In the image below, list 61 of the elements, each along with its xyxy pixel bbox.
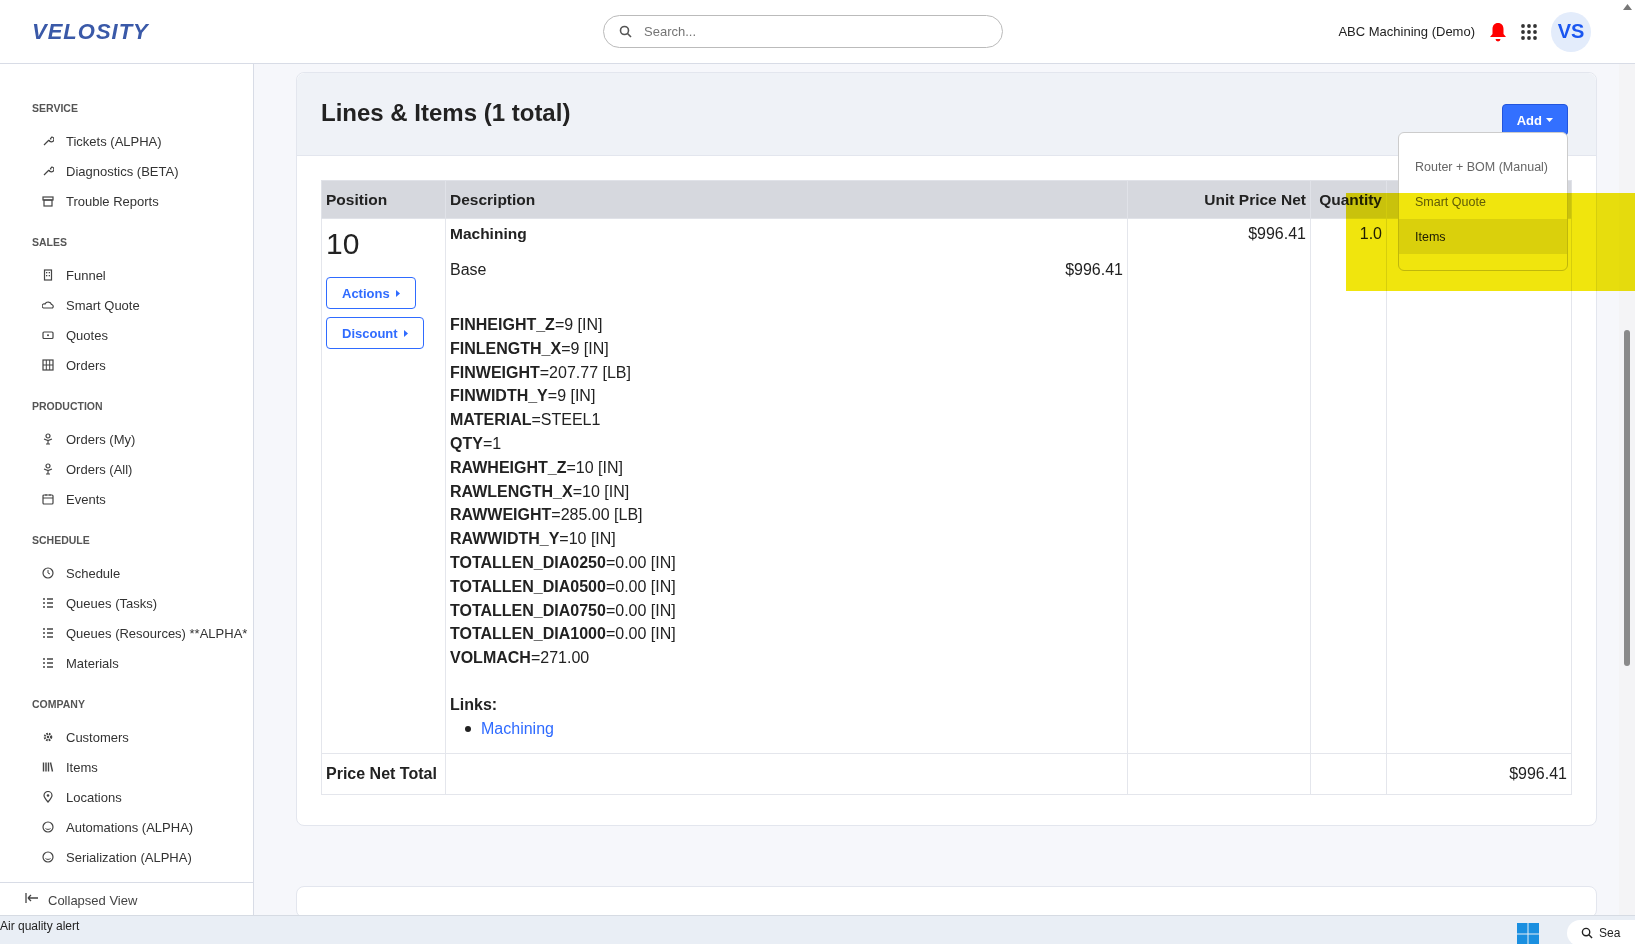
action-button[interactable]: Actions — [326, 277, 416, 309]
sidebar-item[interactable]: Trouble Reports — [32, 186, 159, 216]
sidebar-item[interactable]: Smart Quote — [32, 290, 140, 320]
sidebar-item[interactable]: Orders (My) — [32, 424, 136, 454]
sidebar-item[interactable]: Events — [32, 484, 106, 514]
sidebar-item[interactable]: Queues (Tasks) — [32, 588, 158, 618]
parameter-line: RAWWEIGHT=285.00 [LB] — [450, 505, 644, 526]
parameter-line: RAWWIDTH_Y=10 [IN] — [450, 529, 617, 550]
total-label: Price Net Total — [321, 753, 446, 795]
parameter-line: VOLMACH=271.00 — [450, 648, 591, 669]
parameter-line: TOTALLEN_DIA0500=0.00 [IN] — [450, 576, 677, 597]
column-header: Unit Price Net — [1127, 180, 1311, 219]
item-title: Machining — [450, 225, 528, 243]
parameter-line: RAWHEIGHT_Z=10 [IN] — [450, 457, 624, 478]
parameter-line: RAWLENGTH_X=10 [IN] — [450, 481, 631, 502]
section-heading: PRODUCTION — [32, 400, 104, 412]
sidebar-item[interactable]: Tickets (ALPHA) — [32, 126, 162, 156]
parameter-line: TOTALLEN_DIA0250=0.00 [IN] — [450, 552, 677, 573]
sidebar-item[interactable]: Automations (ALPHA) — [32, 812, 194, 842]
section-heading: SALES — [32, 236, 68, 248]
column-header: Position — [321, 180, 446, 219]
sidebar-item[interactable]: Items — [32, 752, 98, 782]
sidebar-item[interactable]: Queues (Resources) **ALPHA* — [32, 618, 248, 648]
links-label: Links: — [450, 694, 499, 715]
sidebar-item[interactable]: Locations — [32, 782, 122, 812]
sidebar-item[interactable]: Quotes — [32, 320, 108, 350]
section-heading: COMPANY — [32, 698, 86, 710]
parameter-line: FINWEIGHT=207.77 [LB] — [450, 362, 632, 383]
action-button[interactable]: Discount — [326, 317, 424, 349]
sidebar-item[interactable]: Funnel — [32, 260, 106, 290]
notification-text[interactable]: Air quality alert — [0, 916, 80, 933]
base-price: $996.41 — [1065, 261, 1123, 279]
parameter-line: FINHEIGHT_Z=9 [IN] — [450, 315, 604, 335]
link[interactable]: Machining — [481, 716, 554, 741]
search-field[interactable]: Search... — [603, 15, 1003, 48]
user-avatar[interactable]: VS — [1551, 11, 1591, 52]
total-value: $996.41 — [1386, 753, 1572, 795]
logo[interactable]: VELOSITY — [32, 18, 149, 45]
parameter-line: FINWIDTH_Y=9 [IN] — [450, 386, 597, 407]
sidebar-item[interactable]: Diagnostics (BETA) — [32, 156, 179, 186]
sidebar-item[interactable]: Schedule — [32, 558, 121, 588]
parameter-line: MATERIAL=STEEL1 — [450, 410, 602, 431]
parameter-line: TOTALLEN_DIA1000=0.00 [IN] — [450, 624, 677, 645]
sidebar-item[interactable]: Customers — [32, 722, 129, 752]
sidebar-item[interactable]: Serialization (ALPHA) — [32, 842, 192, 872]
parameter-line: QTY=1 — [450, 434, 503, 454]
sidebar-item[interactable]: Orders (All) — [32, 454, 133, 484]
taskbar-search[interactable]: Sea — [1567, 920, 1635, 944]
position-number: 10 — [326, 227, 361, 261]
menu-item[interactable]: Router + BOM (Manual) — [1399, 149, 1567, 184]
table-cell: $996.41 — [1127, 218, 1311, 754]
parameter-line: FINLENGTH_X=9 [IN] — [450, 338, 610, 359]
sidebar-item[interactable]: Materials — [32, 648, 119, 678]
column-header: Description — [445, 180, 1128, 219]
section-heading: SERVICE — [32, 102, 79, 114]
card-title: Lines & Items (1 total) — [321, 99, 571, 127]
section-heading: SCHEDULE — [32, 534, 91, 546]
parameter-line: TOTALLEN_DIA0750=0.00 [IN] — [450, 600, 677, 621]
sidebar-item[interactable]: Orders — [32, 350, 106, 380]
company-name[interactable]: ABC Machining (Demo) — [1338, 24, 1475, 39]
base-label: Base — [450, 261, 487, 279]
